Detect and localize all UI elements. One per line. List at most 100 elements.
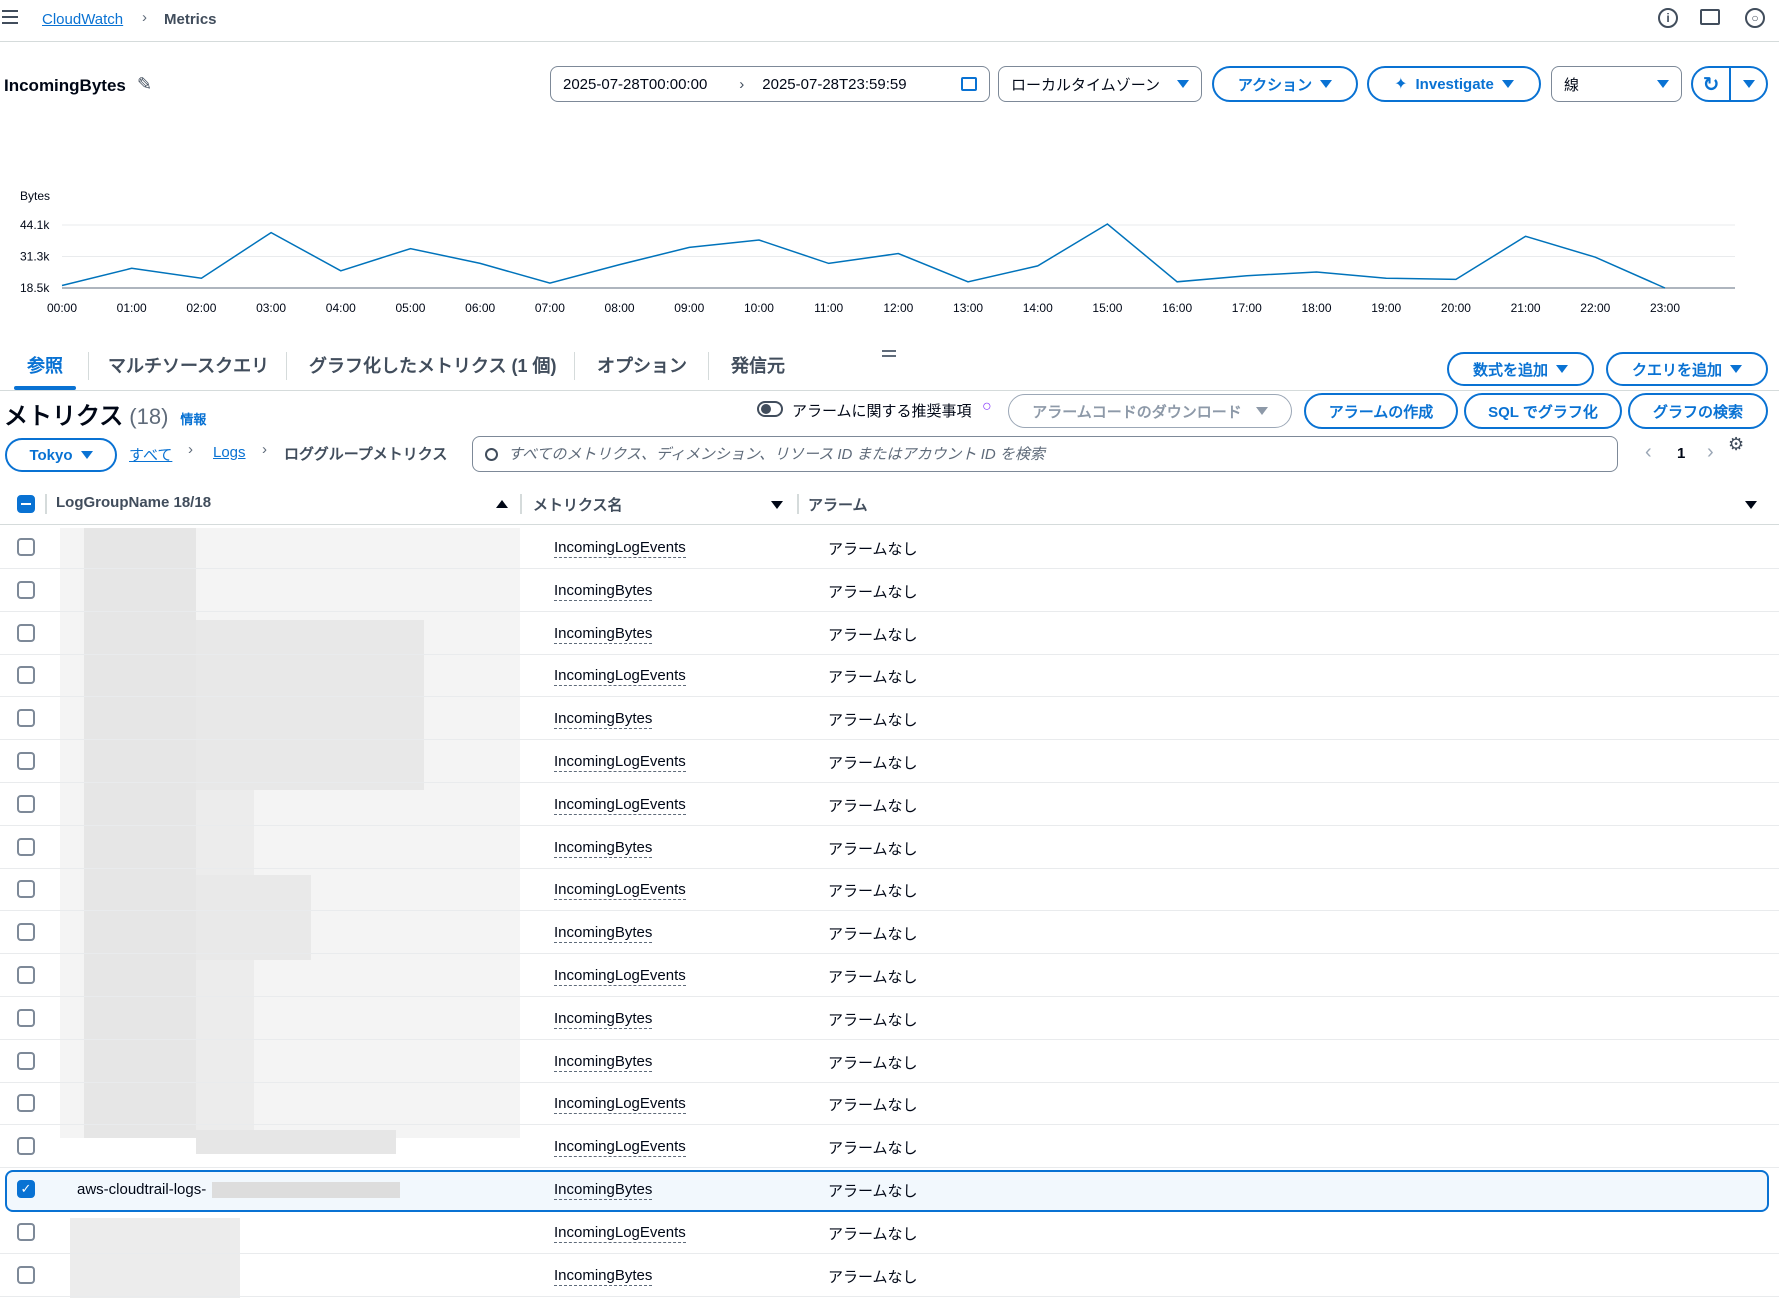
tab-graphed-metrics[interactable]: グラフ化したメトリクス (1 個)	[309, 352, 556, 378]
menu-icon[interactable]	[2, 10, 18, 24]
resize-handle-icon[interactable]	[882, 350, 896, 357]
column-header-metric-name[interactable]: メトリクス名	[533, 494, 623, 515]
row-checkbox[interactable]	[17, 966, 35, 984]
metric-name-link[interactable]: IncomingLogEvents	[554, 667, 686, 687]
breadcrumb-cloudwatch-link[interactable]: CloudWatch	[42, 11, 123, 28]
alarm-code-download-button[interactable]: アラームコードのダウンロード	[1008, 394, 1292, 428]
preferences-gear-icon[interactable]: ⚙	[1728, 434, 1744, 455]
date-range-picker[interactable]: 2025-07-28T00:00:00 › 2025-07-28T23:59:5…	[550, 66, 990, 102]
timezone-value: ローカルタイムゾーン	[1011, 76, 1160, 94]
select-all-checkbox[interactable]	[17, 495, 35, 513]
add-formula-button[interactable]: 数式を追加	[1447, 352, 1594, 386]
actions-button[interactable]: アクション	[1212, 66, 1358, 102]
pagination-next-icon[interactable]: ›	[1707, 441, 1714, 464]
settings-icon[interactable]: ○	[1745, 8, 1765, 28]
row-checkbox[interactable]	[17, 880, 35, 899]
info-link[interactable]: 情報	[180, 409, 206, 428]
sort-ascending-icon[interactable]	[496, 500, 508, 508]
log-group-name: aws-cloudtrail-logs-	[77, 1181, 207, 1198]
alarm-recommend-toggle[interactable]	[757, 401, 783, 417]
tab-source[interactable]: 発信元	[731, 352, 785, 378]
metric-name-link[interactable]: IncomingLogEvents	[554, 967, 686, 986]
column-separator	[797, 494, 799, 514]
row-checkbox[interactable]	[17, 1222, 35, 1241]
row-checkbox[interactable]	[17, 1265, 35, 1284]
sort-icon[interactable]	[771, 501, 783, 509]
edit-pencil-icon[interactable]: ✎	[137, 74, 152, 95]
row-checkbox[interactable]	[17, 580, 35, 599]
metric-name-link[interactable]: IncomingBytes	[554, 1053, 653, 1072]
search-graphs-button[interactable]: グラフの検索	[1628, 393, 1768, 429]
row-checkbox[interactable]	[17, 923, 35, 942]
column-header-loggroup[interactable]: LogGroupName 18/18	[56, 494, 211, 511]
row-checkbox[interactable]	[17, 1137, 35, 1156]
metric-name-link[interactable]: IncomingLogEvents	[554, 539, 686, 558]
region-select[interactable]: Tokyo	[5, 438, 117, 472]
metric-search-input[interactable]	[508, 445, 1588, 463]
metrics-count: (18)	[129, 404, 169, 429]
row-checkbox[interactable]	[17, 709, 35, 728]
row-checkbox[interactable]	[17, 623, 35, 642]
metric-name-link[interactable]: IncomingLogEvents	[554, 1138, 686, 1158]
row-checkbox[interactable]	[17, 837, 35, 856]
tab-browse[interactable]: 参照	[27, 352, 63, 378]
caret-down-icon	[1742, 80, 1755, 88]
caret-down-icon	[80, 451, 93, 459]
caret-down-icon	[1177, 80, 1189, 88]
metric-name-link[interactable]: IncomingBytes	[554, 839, 653, 858]
row-checkbox[interactable]	[17, 1008, 35, 1027]
pagination-prev-icon[interactable]: ‹	[1645, 441, 1652, 464]
metrics-crumb-current: ロググループメトリクス	[284, 446, 448, 463]
x-tick-label: 04:00	[326, 301, 356, 315]
metric-name-link[interactable]: IncomingLogEvents	[554, 881, 686, 901]
row-checkbox[interactable]	[17, 794, 35, 813]
metric-name-link[interactable]: IncomingBytes	[554, 710, 653, 730]
metric-search-box	[472, 436, 1618, 472]
tab-multi-source-query[interactable]: マルチソースクエリ	[108, 352, 269, 378]
column-header-alarm[interactable]: アラーム	[808, 494, 868, 515]
x-tick-label: 09:00	[674, 301, 704, 315]
refresh-interval-dropdown[interactable]	[1731, 68, 1766, 100]
timezone-select[interactable]: ローカルタイムゾーン	[998, 66, 1202, 102]
caret-down-icon	[1255, 407, 1268, 415]
row-checkbox[interactable]	[17, 538, 35, 556]
metric-name-link[interactable]: IncomingBytes	[554, 1010, 653, 1029]
metrics-crumb-all[interactable]: すべて	[129, 444, 172, 465]
caret-down-icon	[1730, 365, 1742, 373]
x-tick-label: 13:00	[953, 301, 983, 315]
sort-icon[interactable]	[1745, 501, 1757, 509]
add-query-label: クエリを追加	[1631, 361, 1722, 379]
column-separator	[45, 494, 47, 514]
metrics-crumb-logs[interactable]: Logs	[213, 444, 246, 461]
add-query-button[interactable]: クエリを追加	[1606, 352, 1768, 386]
folder-icon[interactable]	[1700, 9, 1720, 25]
pagination-current[interactable]: 1	[1677, 445, 1685, 462]
metric-name-link[interactable]: IncomingBytes	[554, 625, 653, 644]
metric-name-link[interactable]: IncomingLogEvents	[554, 753, 686, 772]
refresh-icon[interactable]: ↻	[1693, 68, 1731, 100]
row-checkbox[interactable]	[17, 1094, 35, 1113]
chevron-right-icon: ›	[739, 75, 745, 93]
metric-name-link[interactable]: IncomingBytes	[554, 924, 653, 944]
redacted-area	[212, 1182, 400, 1198]
metric-name-link[interactable]: IncomingBytes	[554, 582, 653, 601]
info-icon[interactable]: i	[1658, 8, 1678, 28]
investigate-button[interactable]: ✦ Investigate	[1367, 66, 1541, 102]
row-checkbox[interactable]: ✓	[17, 1180, 35, 1198]
row-checkbox[interactable]	[17, 1051, 35, 1070]
alarm-status: アラームなし	[828, 583, 918, 601]
x-tick-label: 12:00	[883, 301, 913, 315]
metric-name-link[interactable]: IncomingBytes	[554, 1181, 653, 1200]
x-tick-label: 23:00	[1650, 301, 1680, 315]
metric-name-link[interactable]: IncomingLogEvents	[554, 796, 686, 815]
create-alarm-button[interactable]: アラームの作成	[1304, 393, 1458, 429]
graph-type-select[interactable]: 線	[1551, 66, 1682, 102]
metric-name-link[interactable]: IncomingBytes	[554, 1267, 653, 1286]
metric-name-link[interactable]: IncomingLogEvents	[554, 1224, 686, 1243]
tab-options[interactable]: オプション	[597, 352, 687, 378]
row-checkbox[interactable]	[17, 666, 35, 685]
tab-separator	[286, 352, 287, 380]
row-checkbox[interactable]	[17, 752, 35, 770]
sql-graph-button[interactable]: SQL でグラフ化	[1464, 393, 1622, 429]
metric-name-link[interactable]: IncomingLogEvents	[554, 1095, 686, 1115]
